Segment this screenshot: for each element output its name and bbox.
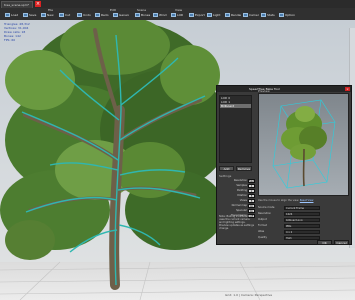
toolbar-button-label: Generate [119,13,129,17]
wind-icon [153,13,158,17]
light-icon [207,13,212,17]
toolbar-button-wind[interactable]: Wind [152,12,169,18]
toolbar-button-label: Render [231,13,241,17]
new-icon [41,13,46,17]
app-window: tree_scene.spm* × File Edit Scene View L… [0,0,355,300]
toolbar-button-render[interactable]: Render [224,12,241,18]
toolbar-button-label: Export [195,13,205,17]
toolbar-button-label: Light [213,13,221,17]
option-label: Output [258,218,267,221]
toolbar-button-cut[interactable]: Cut [58,12,75,18]
bake-dialog: SpeedTree Bake Tool × LOD 0 LOD 1 Billbo… [216,85,352,245]
document-tab[interactable]: tree_scene.spm* [1,1,33,8]
toolbar-button-label: Load [11,13,19,17]
toolbar-button-generate[interactable]: Generate [112,12,129,18]
toolbar-button-label: Save [29,13,37,17]
export-icon [189,13,194,17]
generate-icon [113,13,118,17]
title-bar: tree_scene.spm* × [0,0,355,8]
toolbar-button-label: Options [285,13,295,17]
option-field[interactable]: High [284,236,320,240]
option-label: Format [258,224,267,227]
toolbar-button-label: Camera [249,13,259,17]
toolbar-button-load[interactable]: Load [4,12,21,18]
preview-tree [272,99,336,189]
option-row: Format PNG [258,223,351,228]
close-document-button[interactable]: × [35,1,41,7]
list-item[interactable]: Billboard [220,104,251,108]
viewport-status: Grid: 1.0 | Camera: Perspective [225,293,273,297]
option-label: Quality [258,236,267,239]
scene-stats: Triangles: 48,312 Vertices: 31,904 Draw … [4,22,40,42]
toolbar-button-label: Undo [83,13,91,17]
toolbar-button-undo[interactable]: Undo [76,12,93,18]
folder-icon [5,13,10,17]
toolbar-button-save[interactable]: Save [22,12,39,18]
option-field[interactable]: billboard.png [284,218,320,222]
settings-panel: Settings Resolution 512 Samples 4 Padding 2 Di… [219,174,255,218]
render-icon [225,13,230,17]
toolbar-button-label: Cut [65,13,71,17]
add-button[interactable]: Add [219,166,234,171]
toolbar-button-new[interactable]: New [40,12,57,18]
toolbar-button-lod[interactable]: LOD [170,12,187,18]
dialog-close-button[interactable]: × [345,87,350,91]
option-label: Source mode [258,206,275,209]
option-label: Atlas [258,230,265,233]
billboard-preview[interactable] [258,93,349,196]
option-label: Resolution [258,212,272,215]
toolbar-button-label: Stats [267,13,275,17]
option-field[interactable]: Current Frame [284,206,320,210]
stats-icon [261,13,266,17]
bones-icon [135,13,140,17]
toolbar-button-label: Bones [141,13,151,17]
ok-button[interactable]: OK [317,240,332,245]
options-icon [279,13,284,17]
toolbar-button-redo[interactable]: Redo [94,12,111,18]
toolbar-button-camera[interactable]: Camera [242,12,259,18]
option-field[interactable]: 4 x 2 [284,230,320,234]
lod-list[interactable]: LOD 0 LOD 1 Billboard [219,95,252,163]
option-row: Resolution 1024 [258,211,351,216]
toolbar-button-label: Wind [159,13,167,17]
camera-icon [243,13,248,17]
lod-icon [171,13,176,17]
cut-icon [59,13,64,17]
dialog-title[interactable]: SpeedTree Bake Tool [217,86,351,92]
toolbar-button-label: LOD [177,13,184,17]
option-row: Source mode Current Frame [258,205,351,210]
option-row: Atlas 4 x 2 [258,229,351,234]
hint-text: Use the mouse to align the view. Reset V… [258,199,314,202]
toolbar-button-light[interactable]: Light [206,12,223,18]
toolbar-button-export[interactable]: Export [188,12,205,18]
save-icon [23,13,28,17]
toolbar-button-label: Redo [101,13,109,17]
option-field[interactable]: PNG [284,224,320,228]
bake-options: Use the mouse to align the view. Reset V… [258,199,351,243]
toolbar-button-bones[interactable]: Bones [134,12,151,18]
stat-line: FPS: 60 [4,38,16,42]
redo-icon [95,13,100,17]
toolbar-button-label: New [47,13,54,17]
toolbar-button-stats[interactable]: Stats [260,12,277,18]
undo-icon [77,13,82,17]
option-row: Output billboard.png [258,217,351,222]
reset-view-link[interactable]: Reset View [300,199,314,202]
notes-text: Note: Baking a billboard uses the curren… [219,215,255,230]
toolbar-button-options[interactable]: Options [278,12,295,18]
cancel-button[interactable]: Cancel [334,240,349,245]
option-field[interactable]: 1024 [284,212,320,216]
remove-button[interactable]: Remove [236,166,252,171]
